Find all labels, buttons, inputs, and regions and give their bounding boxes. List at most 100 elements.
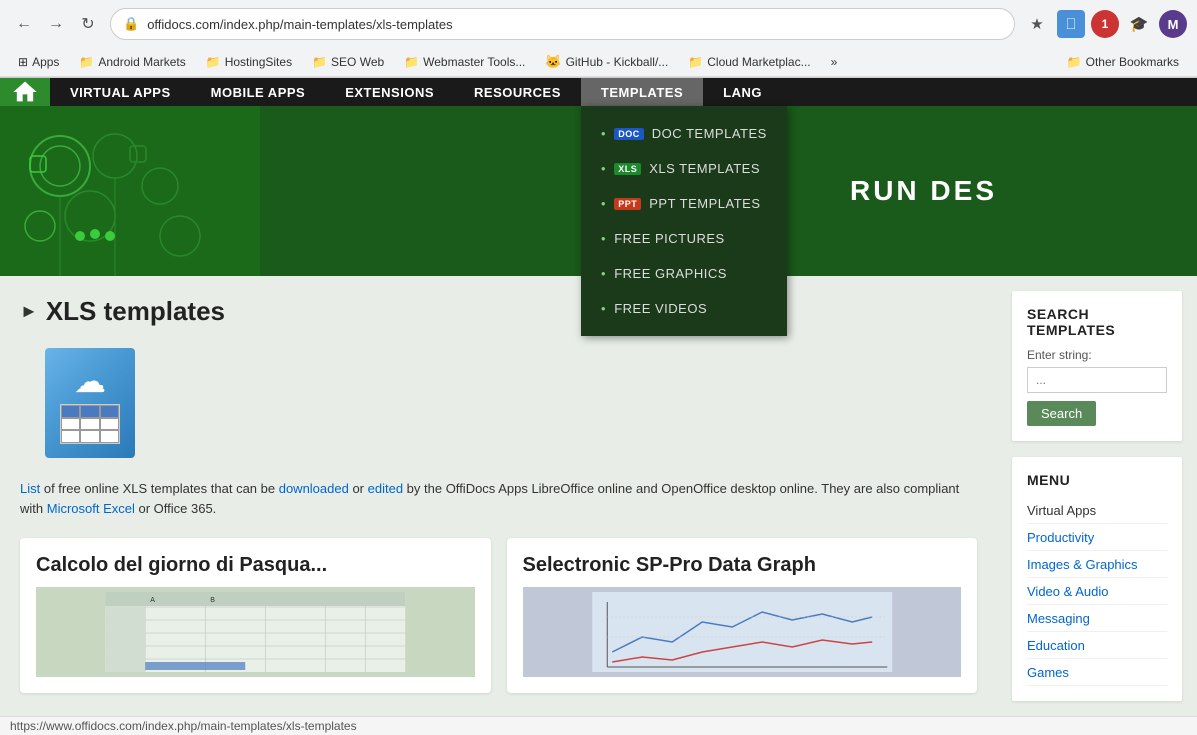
downloaded-link[interactable]: downloaded [279,481,349,496]
card-title-calcolo: Calcolo del giorno di Pasqua... [36,554,475,577]
browser-chrome: ← → ↻ 🔒 ★ ⎕ 1 🎓 M ⊞ Apps 📁 Android Marke… [0,0,1197,78]
excel-link[interactable]: Microsoft Excel [47,501,135,516]
doc-badge: DOC [614,128,644,140]
bookmark-webmaster[interactable]: 📁 Webmaster Tools... [396,53,533,71]
bookmarks-bar: ⊞ Apps 📁 Android Markets 📁 HostingSites … [0,48,1197,77]
education-link[interactable]: Education [1027,638,1085,653]
menu-title: MENU [1027,472,1167,488]
cloud-icon: ☁ [74,362,106,400]
menu-box: MENU Virtual Apps Productivity Images & … [1012,457,1182,701]
home-button[interactable] [0,78,50,106]
cloud-icon: 📁 [688,55,703,69]
toolbar-icons: ★ ⎕ 1 🎓 M [1023,10,1187,38]
svg-text:A: A [150,597,155,604]
bookmark-star-button[interactable]: ★ [1023,10,1051,38]
refresh-button[interactable]: ↻ [74,10,102,38]
menu-item-video[interactable]: Video & Audio [1027,578,1167,605]
search-input[interactable] [1027,367,1167,393]
dropdown-free-pictures[interactable]: ● Free pictures [581,221,787,256]
hero-run-text: RUN DES [850,175,997,207]
title-arrow-icon: ► [20,301,38,322]
nav-virtual-apps[interactable]: VIRTUAL APPS [50,78,191,106]
status-url: https://www.offidocs.com/index.php/main-… [10,719,357,733]
edited-link[interactable]: edited [368,481,403,496]
circuit-illustration [0,106,260,276]
dropdown-ppt-templates[interactable]: ● PPT PPT templates [581,186,787,221]
templates-dropdown: ● DOC DOC templates ● XLS XLS templates … [581,106,787,336]
card-thumbnail-calcolo: A B [36,587,475,677]
folder-icon-3: 📁 [312,55,327,69]
svg-text:B: B [210,597,215,604]
xls-icon-wrapper: ☁ [20,343,160,463]
dropdown-free-graphics[interactable]: ● Free graphics [581,256,787,291]
dropdown-free-videos[interactable]: ● Free videos [581,291,787,326]
bookmark-seo[interactable]: 📁 SEO Web [304,53,392,71]
spreadsheet-preview: A B [36,592,475,672]
bullet-icon-3: ● [601,199,606,208]
bookmark-android[interactable]: 📁 Android Markets [71,53,193,71]
nav-resources[interactable]: RESOURCES [454,78,581,106]
menu-item-virtual-apps: Virtual Apps [1027,498,1167,524]
content-area: ► XLS templates ☁ List of free online XL… [0,276,997,716]
menu-item-images[interactable]: Images & Graphics [1027,551,1167,578]
nav-menu: VIRTUAL APPS MOBILE APPS EXTENSIONS RESO… [50,78,782,106]
bookmark-github[interactable]: 🐱 GitHub - Kickball/... [537,52,676,72]
folder-icon-2: 📁 [206,55,221,69]
card-thumbnail-selectronic [523,587,962,677]
folder-icon-4: 📁 [404,55,419,69]
icon-description-row: ☁ [20,343,977,463]
graph-preview [523,592,962,672]
menu-item-games[interactable]: Games [1027,659,1167,686]
home-icon [11,78,39,106]
menu-item-education[interactable]: Education [1027,632,1167,659]
messaging-link[interactable]: Messaging [1027,611,1090,626]
main-wrapper: ► XLS templates ☁ List of free online XL… [0,276,1197,716]
nav-mobile-apps[interactable]: MOBILE APPS [191,78,326,106]
productivity-link[interactable]: Productivity [1027,530,1094,545]
page-title: XLS templates [46,296,225,327]
list-link[interactable]: List [20,481,40,496]
folder-icon-other: 📁 [1067,55,1082,69]
nav-buttons: ← → ↻ [10,10,102,38]
browser-toolbar: ← → ↻ 🔒 ★ ⎕ 1 🎓 M [0,0,1197,48]
dropdown-doc-templates[interactable]: ● DOC DOC templates [581,116,787,151]
search-button[interactable]: Search [1027,401,1096,426]
address-bar[interactable]: 🔒 [110,8,1015,40]
search-title: SEARCH TEMPLATES [1027,306,1167,338]
profile-badge[interactable]: 1 [1091,10,1119,38]
nav-templates[interactable]: TEMPLATES ● DOC DOC templates ● XLS XLS … [581,78,703,106]
bookmark-cloud[interactable]: 📁 Cloud Marketplac... [680,53,818,71]
url-input[interactable] [147,17,1002,32]
bullet-icon-6: ● [601,304,606,313]
card-calcolo[interactable]: Calcolo del giorno di Pasqua... [20,538,491,693]
bookmarks-more-button[interactable]: » [823,53,846,71]
bookmark-hosting[interactable]: 📁 HostingSites [198,53,300,71]
card-title-selectronic: Selectronic SP-Pro Data Graph [523,554,962,577]
video-link[interactable]: Video & Audio [1027,584,1108,599]
xls-icon: ☁ [45,348,135,458]
lock-icon: 🔒 [123,16,139,32]
other-bookmarks[interactable]: 📁 Other Bookmarks [1059,53,1187,71]
profile-avatar[interactable]: M [1159,10,1187,38]
back-button[interactable]: ← [10,10,38,38]
forward-button[interactable]: → [42,10,70,38]
page-title-section: ► XLS templates [20,296,977,327]
card-selectronic[interactable]: Selectronic SP-Pro Data Graph [507,538,978,693]
bookmark-apps[interactable]: ⊞ Apps [10,53,67,71]
menu-list: Virtual Apps Productivity Images & Graph… [1027,498,1167,686]
images-link[interactable]: Images & Graphics [1027,557,1138,572]
site-header: VIRTUAL APPS MOBILE APPS EXTENSIONS RESO… [0,78,1197,106]
sidebar: SEARCH TEMPLATES Enter string: Search ME… [997,276,1197,716]
games-link[interactable]: Games [1027,665,1069,680]
nav-extensions[interactable]: EXTENSIONS [325,78,454,106]
menu-item-messaging[interactable]: Messaging [1027,605,1167,632]
bullet-icon-4: ● [601,234,606,243]
extensions-button[interactable]: ⎕ [1057,10,1085,38]
menu-item-productivity[interactable]: Productivity [1027,524,1167,551]
nav-lang[interactable]: LANG [703,78,782,106]
xls-badge: XLS [614,163,641,175]
dropdown-xls-templates[interactable]: ● XLS XLS templates [581,151,787,186]
apps-grid-icon: ⊞ [18,55,28,69]
bullet-icon-5: ● [601,269,606,278]
graduation-button[interactable]: 🎓 [1125,10,1153,38]
